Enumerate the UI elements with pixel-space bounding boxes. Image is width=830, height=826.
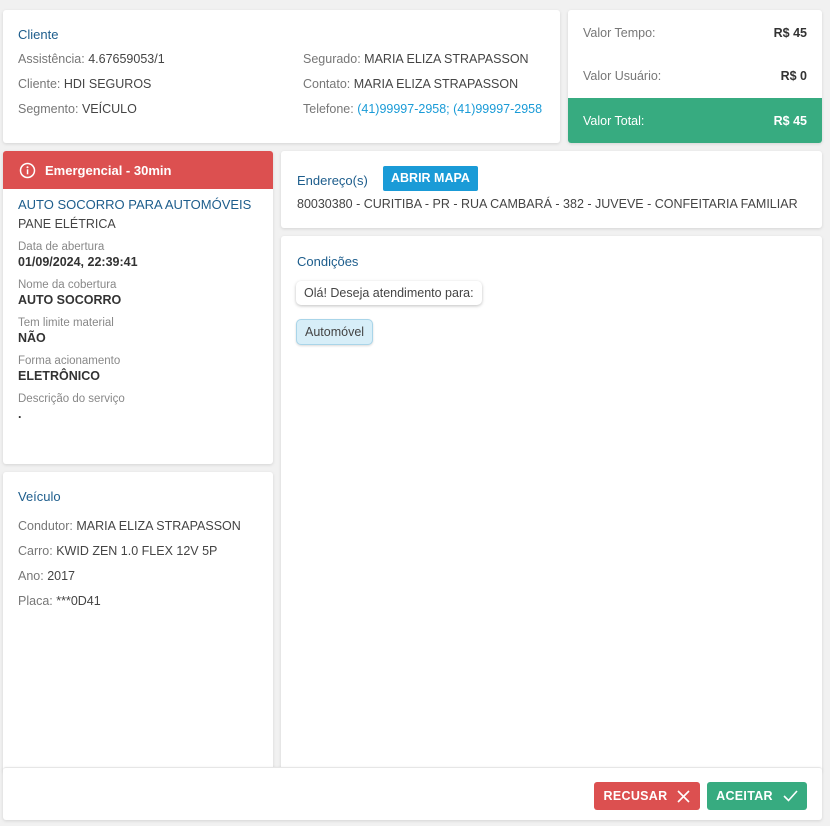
veiculo-card: Veículo Condutor: MARIA ELIZA STRAPASSON… (3, 472, 273, 772)
cliente-nome: Cliente: HDI SEGUROS (18, 77, 152, 91)
servico-field: Descrição do serviço. (18, 393, 258, 421)
recusar-button[interactable]: RECUSAR (594, 782, 700, 810)
field-label: Nome da cobertura (18, 279, 117, 291)
aceitar-button[interactable]: ACEITAR (707, 782, 807, 810)
condicoes-card: Condições Olá! Deseja atendimento para: … (281, 236, 822, 772)
cliente-card: Cliente Assistência: 4.67659053/1 Client… (3, 10, 560, 143)
servico-subtitle: PANE ELÉTRICA (18, 217, 116, 231)
field-value: ELETRÔNICO (18, 369, 100, 383)
segmento: Segmento: VEÍCULO (18, 102, 137, 116)
contato: Contato: MARIA ELIZA STRAPASSON (303, 77, 519, 91)
valor-usuario: R$ 0 (780, 69, 807, 83)
chat-question: Olá! Deseja atendimento para: (296, 281, 482, 305)
valor-tempo-label: Valor Tempo: (583, 26, 656, 40)
servico-field: Nome da cobertura AUTO SOCORRO (18, 279, 258, 307)
field-label: Data de abertura (18, 241, 105, 253)
telefone: Telefone: (41)99997-2958; (41)99997-2958 (303, 102, 543, 116)
ano: Ano: 2017 (18, 569, 76, 583)
check-icon (783, 790, 798, 802)
valor-usuario-label: Valor Usuário: (583, 69, 662, 83)
assistencia: Assistência: 4.67659053/1 (18, 52, 165, 66)
emergencial-badge: Emergencial - 30min (3, 151, 273, 189)
field-value: . (18, 407, 22, 421)
field-value: NÃO (18, 331, 46, 345)
segurado: Segurado: MARIA ELIZA STRAPASSON (303, 52, 529, 66)
valor-tempo: R$ 45 (773, 26, 807, 40)
endereco-text: 80030380 - CURITIBA - PR - RUA CAMBARÁ -… (297, 197, 798, 211)
field-value: 01/09/2024, 22:39:41 (18, 255, 138, 269)
servico-card: Emergencial - 30min AUTO SOCORRO PARA AU… (3, 151, 273, 464)
valores-card: Valor Tempo: R$ 45 Valor Usuário: R$ 0 V… (568, 10, 822, 143)
valor-total: R$ 45 (773, 114, 807, 128)
field-label: Tem limite material (18, 317, 114, 329)
servico-field: Tem limite material NÃO (18, 317, 258, 345)
close-icon (677, 789, 691, 803)
telefone-link[interactable]: (41)99997-2958; (41)99997-2958 (357, 102, 542, 116)
footer-actions: RECUSAR ACEITAR (3, 767, 822, 820)
condicoes-title: Condições (297, 254, 359, 269)
field-label: Forma acionamento (18, 355, 121, 367)
servico-title: AUTO SOCORRO PARA AUTOMÓVEIS (18, 197, 252, 212)
condutor: Condutor: MARIA ELIZA STRAPASSON (18, 519, 241, 533)
chat-option-automovel[interactable]: Automóvel (296, 319, 374, 345)
abrir-mapa-button[interactable]: ABRIR MAPA (383, 166, 478, 191)
valor-total-bar: Valor Total: R$ 45 (568, 98, 822, 143)
info-icon (19, 162, 36, 178)
carro: Carro: KWID ZEN 1.0 FLEX 12V 5P (18, 544, 218, 558)
veiculo-title: Veículo (18, 489, 61, 504)
cliente-title: Cliente (18, 27, 59, 42)
endereco-card: Endereço(s) ABRIR MAPA 80030380 - CURITI… (281, 151, 822, 228)
placa: Placa: ***0D41 (18, 594, 101, 608)
endereco-title: Endereço(s) (297, 173, 368, 188)
field-value: AUTO SOCORRO (18, 293, 122, 307)
valor-total-label: Valor Total: (583, 114, 645, 128)
field-label: Descrição do serviço (18, 393, 125, 405)
servico-field: Forma acionamento ELETRÔNICO (18, 355, 258, 383)
servico-field: Data de abertura 01/09/2024, 22:39:41 (18, 241, 258, 269)
